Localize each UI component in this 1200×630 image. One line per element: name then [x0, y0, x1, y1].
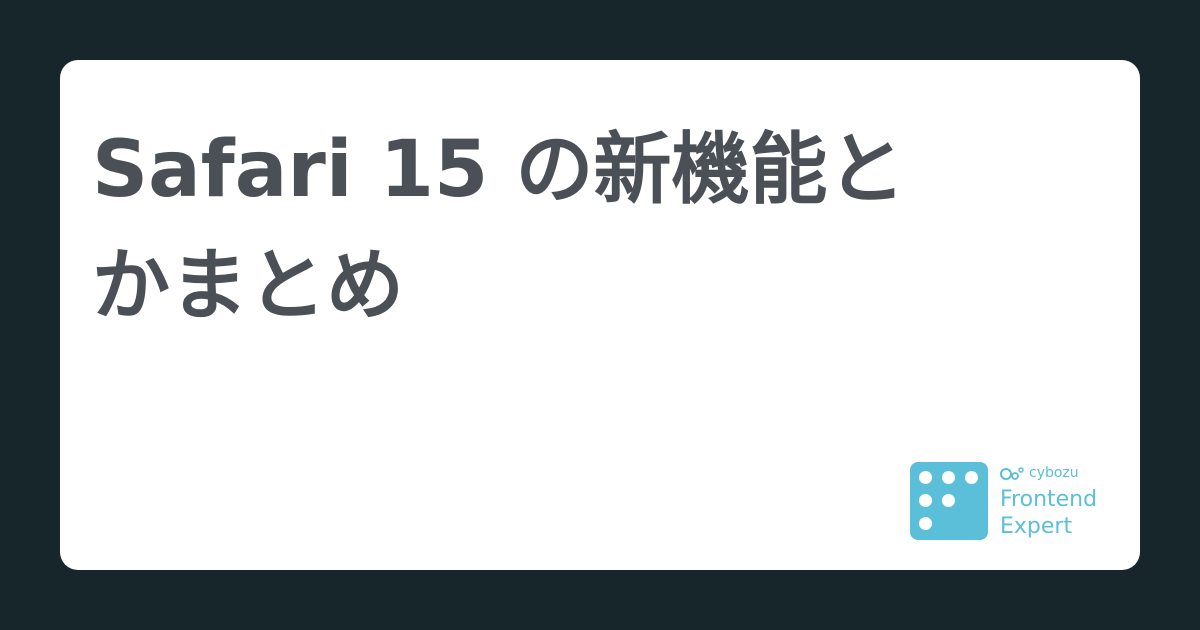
cybozu-mark-icon [1000, 467, 1024, 480]
page-title: Safari 15 の新機能と かまとめ [92, 125, 1052, 362]
logo-dot [942, 471, 955, 484]
cybozu-frontend-expert-logo: cybozu Frontend Expert [910, 462, 1120, 544]
product-name-line-1: Frontend [1000, 487, 1098, 512]
logo-dot [919, 494, 932, 507]
logo-dot [965, 471, 978, 484]
logo-text: cybozu Frontend Expert [1000, 464, 1120, 540]
brand-name: cybozu [1029, 465, 1079, 481]
product-name-line-2: Expert [1000, 514, 1073, 539]
title-card: Safari 15 の新機能と かまとめ cybozu Frontend Exp… [60, 60, 1140, 570]
brand-row: cybozu [1000, 464, 1120, 482]
dot-grid-icon [910, 462, 988, 540]
logo-dot [942, 494, 955, 507]
logo-dot [919, 471, 932, 484]
logo-dot [919, 517, 932, 530]
